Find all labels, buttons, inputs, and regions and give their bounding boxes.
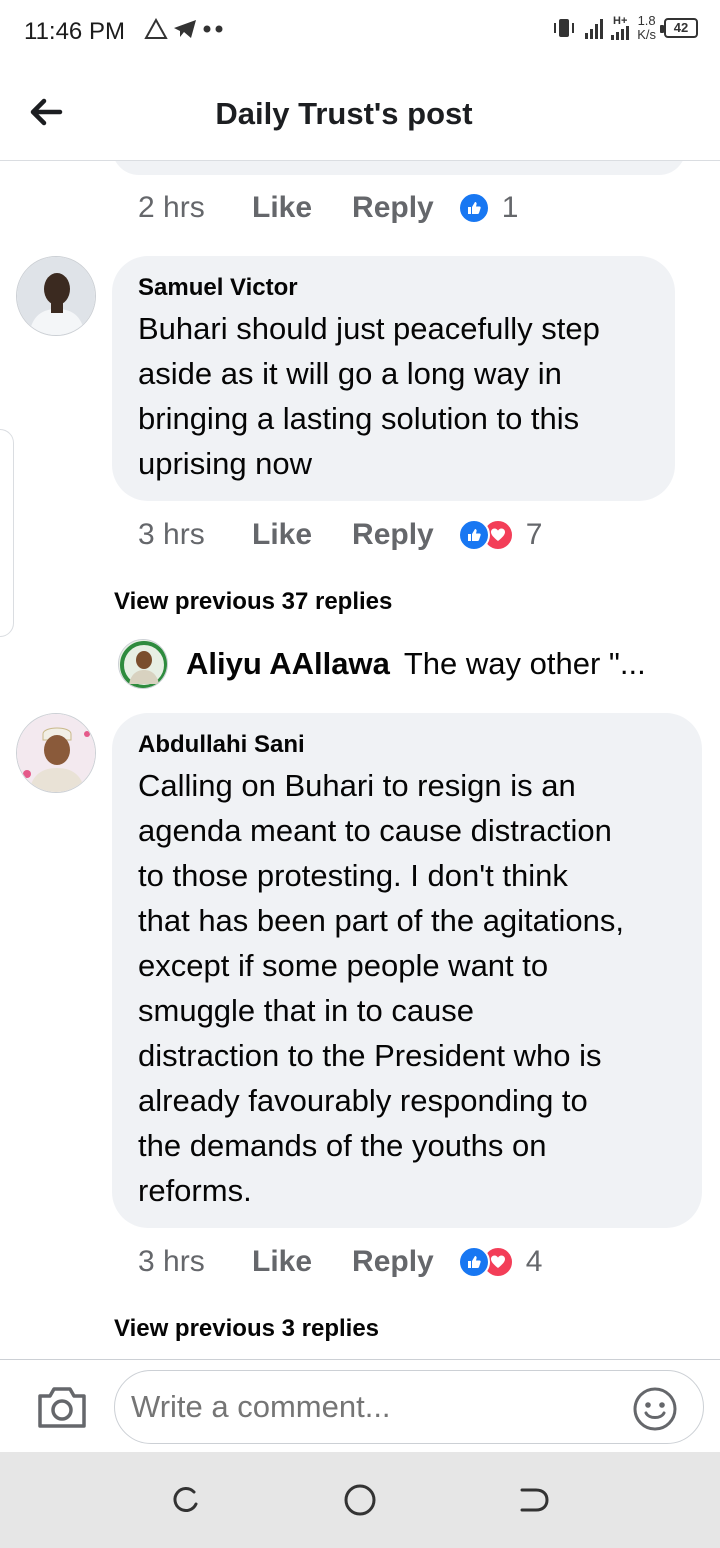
reactions[interactable] [457,1246,514,1278]
comment-line: reforms. [138,1173,252,1208]
comment-meta-row: 2 hrs Like Reply 1 [138,191,518,225]
comment-time: 3 hrs [138,1245,205,1278]
status-time: 11:46 PM [24,18,125,45]
comment-time: 3 hrs [138,518,205,551]
reaction-count[interactable]: 4 [526,1245,543,1279]
home-icon[interactable] [342,1482,378,1518]
more-dots-icon [203,25,223,33]
comment-line: aside as it will go a long way in [138,356,562,391]
reply-button[interactable]: Reply [352,518,434,552]
recent-apps-icon[interactable] [168,1482,204,1518]
like-button[interactable]: Like [252,518,312,552]
avatar[interactable] [118,639,168,689]
back-icon[interactable] [516,1482,552,1518]
network-type: H+ [613,15,628,27]
comment-line: already favourably responding to [138,1083,588,1118]
comment-line: to those protesting. I don't think [138,858,568,893]
reply-author[interactable]: Aliyu AAllawa [186,646,390,682]
system-nav-bar [0,1452,720,1548]
battery-icon: 42 [660,18,698,38]
view-previous-replies-link[interactable]: View previous 37 replies [114,588,392,616]
camera-icon[interactable] [36,1384,88,1430]
comment-line: bringing a lasting solution to this [138,401,580,436]
comment-line: Calling on Buhari to resign is an [138,768,576,803]
reactions[interactable] [457,519,514,551]
side-panel-handle[interactable] [0,429,14,637]
comment-line: except if some people want to [138,948,549,983]
person-avatar-icon [17,257,95,335]
reply-preview[interactable]: Aliyu AAllawa The way other "... [118,639,708,689]
comment-line: distraction to the President who is [138,1038,602,1073]
comment-input[interactable] [114,1370,704,1444]
comment-time: 2 hrs [138,191,205,224]
reply-button[interactable]: Reply [352,1245,434,1279]
reply-text: The way other "... [403,646,646,681]
previous-comment-bubble[interactable] [112,161,686,175]
vibrate-icon [554,19,575,37]
comment-line: Buhari should just peacefully step [138,311,600,346]
person-avatar-icon [119,640,167,688]
status-right: H+ 1.8 K/s 42 [551,14,698,42]
top-header: Daily Trust's post [0,64,720,161]
comment-composer [0,1359,720,1452]
thumbs-up-icon [457,519,490,551]
comment-line: the demands of the youths on [138,1128,547,1163]
net-speed: 1.8 K/s [637,14,656,42]
comment-meta-row: 3 hrs Like Reply 7 [138,518,542,552]
comment-author[interactable]: Abdullahi Sani [138,731,676,759]
like-button[interactable]: Like [252,191,312,225]
reactions[interactable] [457,192,490,224]
thumbs-up-icon [457,1246,490,1278]
comment-line: uprising now [138,446,313,481]
avatar[interactable] [16,713,96,793]
like-button[interactable]: Like [252,1245,312,1279]
comment-line: smuggle that in to cause [138,993,475,1028]
reaction-count[interactable]: 1 [502,191,519,225]
signal-h-plus-icon: H+ [611,15,630,40]
warning-triangle-icon [144,18,168,39]
view-previous-replies-link[interactable]: View previous 3 replies [114,1315,379,1343]
comment-text: Calling on Buhari to resign is an agenda… [138,763,676,1213]
comment-line: that has been part of the agitations, [138,903,625,938]
reply-button[interactable]: Reply [352,191,434,225]
comment-text: Buhari should just peacefully step aside… [138,306,649,486]
comment-author[interactable]: Samuel Victor [138,274,649,302]
signal-icon [585,17,604,39]
net-speed-unit: K/s [637,27,656,42]
thumbs-up-icon [457,192,490,224]
comment-bubble[interactable]: Samuel Victor Buhari should just peacefu… [112,256,675,501]
page-title: Daily Trust's post [215,96,473,131]
person-avatar-icon [17,714,95,792]
comment-line: agenda meant to cause distraction [138,813,612,848]
comment-meta-row: 3 hrs Like Reply 4 [138,1245,542,1279]
net-speed-value: 1.8 [637,13,656,28]
notification-icons [144,18,226,40]
status-bar: 11:46 PM H+ 1.8 K/s 42 [0,0,720,64]
comments-list[interactable]: 2 hrs Like Reply 1 Samuel Victor Buhari … [0,161,720,1359]
telegram-icon [174,20,196,38]
reaction-count[interactable]: 7 [526,518,543,552]
smiley-icon[interactable] [632,1386,678,1432]
comment-bubble[interactable]: Abdullahi Sani Calling on Buhari to resi… [112,713,702,1228]
avatar[interactable] [16,256,96,336]
